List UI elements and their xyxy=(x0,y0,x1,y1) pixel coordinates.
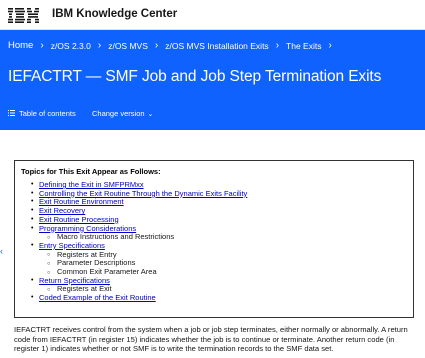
topic-link[interactable]: Exit Routine Environment xyxy=(39,197,124,207)
topics-list: Defining the Exit in SMFPRMxx Controllin… xyxy=(21,180,407,303)
breadcrumb-installation-exits[interactable]: z/OS MVS Installation Exits xyxy=(165,41,268,51)
page-header: Home › z/OS 2.3.0 › z/OS MVS › z/OS MVS Instal… xyxy=(0,30,425,130)
chevron-right-icon: › xyxy=(275,40,280,52)
topic-link[interactable]: Exit Recovery xyxy=(39,206,85,215)
chevron-right-icon: › xyxy=(154,40,159,52)
topic-link[interactable]: Exit Routine Processing xyxy=(39,215,119,224)
topics-box: Topics for This Exit Appear as Follows: … xyxy=(14,160,414,318)
chevron-down-icon: ⌄ xyxy=(147,111,154,118)
breadcrumb-zos[interactable]: z/OS 2.3.0 xyxy=(51,41,91,51)
change-version-label: Change version xyxy=(92,109,145,118)
chevron-right-icon: › xyxy=(97,40,102,52)
list-icon xyxy=(8,110,15,117)
table-of-contents-button[interactable]: Table of contents xyxy=(8,109,76,118)
chevron-right-icon: › xyxy=(40,40,44,52)
table-of-contents-label: Table of contents xyxy=(19,109,76,118)
topics-heading: Topics for This Exit Appear as Follows: xyxy=(21,167,161,176)
topic-link[interactable]: Programming Considerations xyxy=(39,224,136,233)
breadcrumb-zos-mvs[interactable]: z/OS MVS xyxy=(108,41,148,51)
breadcrumb-the-exits[interactable]: The Exits xyxy=(286,41,321,51)
topic-link[interactable]: Coded Example of the Exit Routine xyxy=(39,293,156,302)
chevron-right-icon: › xyxy=(328,40,332,52)
topic-link[interactable]: Return Specifications xyxy=(39,276,110,285)
breadcrumb-home[interactable]: Home xyxy=(8,40,33,51)
page-title: IEFACTRT — SMF Job and Job Step Terminat… xyxy=(8,68,382,85)
topic-link[interactable]: Defining the Exit in SMFPRMxx xyxy=(39,180,144,189)
masthead: IBM Knowledge Center xyxy=(0,0,425,30)
ibm-logo-icon[interactable] xyxy=(8,8,40,23)
brand-name[interactable]: IBM Knowledge Center xyxy=(52,8,177,20)
topic-link[interactable]: Controlling the Exit Routine Through the… xyxy=(39,189,247,198)
change-version-button[interactable]: Change version ⌄ xyxy=(92,109,153,118)
chevron-left-icon[interactable]: ‹ xyxy=(0,246,6,256)
list-item: Coded Example of the Exit Routine xyxy=(21,293,407,303)
topic-link[interactable]: Entry Specifications xyxy=(39,241,105,250)
breadcrumb: Home › z/OS 2.3.0 › z/OS MVS › z/OS MVS Instal… xyxy=(8,40,418,54)
body-paragraph: IEFACTRT receives control from the syste… xyxy=(14,325,408,354)
